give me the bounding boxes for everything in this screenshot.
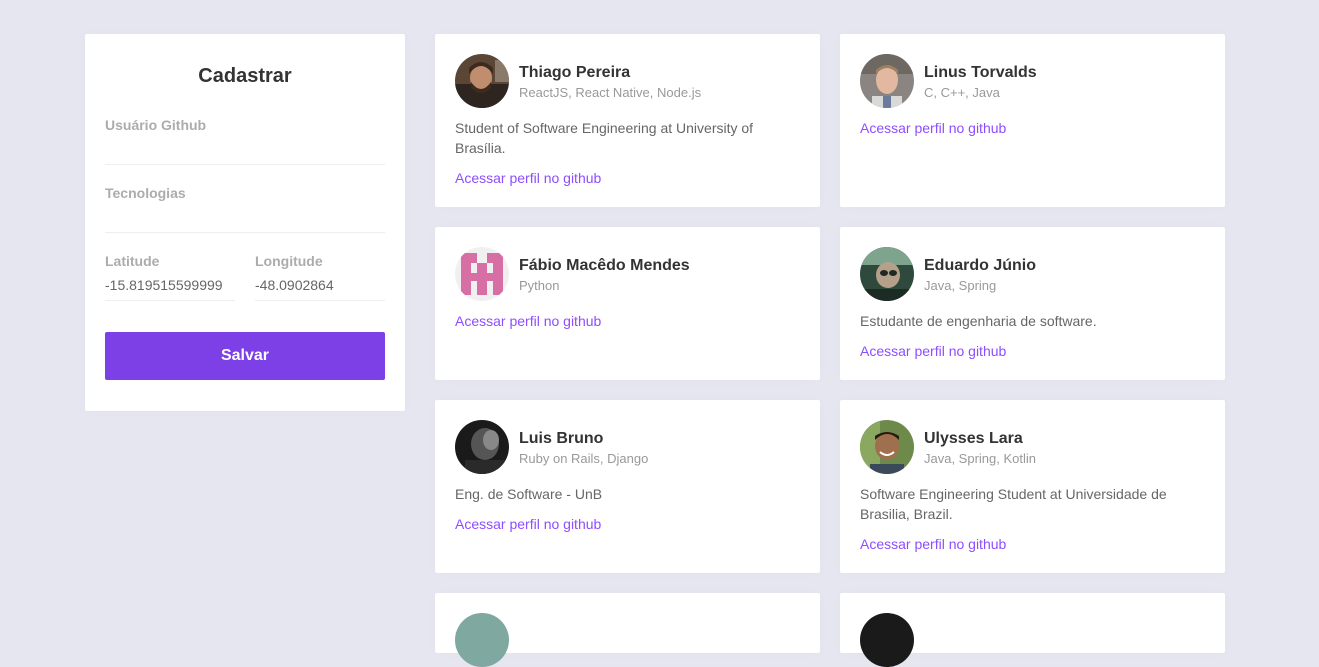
dev-card-header: Eduardo Júnio Java, Spring bbox=[860, 247, 1205, 301]
dev-card-header: Linus Torvalds C, C++, Java bbox=[860, 54, 1205, 108]
github-profile-link[interactable]: Acessar perfil no github bbox=[860, 118, 1006, 138]
github-profile-link[interactable]: Acessar perfil no github bbox=[455, 514, 601, 534]
dev-card-header: Thiago Pereira ReactJS, React Native, No… bbox=[455, 54, 800, 108]
dev-bio: Eng. de Software - UnB bbox=[455, 486, 603, 502]
dev-name: Eduardo Júnio bbox=[924, 256, 1036, 274]
dev-bio: Estudante de engenharia de software. bbox=[860, 313, 1097, 329]
github-profile-link[interactable]: Acessar perfil no github bbox=[860, 534, 1006, 554]
dev-techs: Python bbox=[519, 277, 560, 293]
dev-techs: Ruby on Rails, Django bbox=[519, 450, 649, 466]
user-info: Luis Bruno Ruby on Rails, Django bbox=[519, 429, 648, 466]
dev-card-header bbox=[860, 613, 1205, 667]
avatar bbox=[455, 247, 509, 301]
dev-bio: Student of Software Engineering at Unive… bbox=[455, 120, 754, 156]
form-title: Cadastrar bbox=[198, 65, 292, 87]
dev-card bbox=[840, 593, 1225, 667]
avatar bbox=[860, 613, 914, 667]
latitude-label: Latitude bbox=[105, 253, 160, 269]
dev-card: Ulysses Lara Java, Spring, Kotlin Softwa… bbox=[840, 400, 1225, 573]
avatar bbox=[455, 613, 509, 667]
dev-name: Thiago Pereira bbox=[519, 63, 631, 81]
techs-input[interactable] bbox=[105, 201, 385, 233]
latitude-block: Latitude bbox=[105, 253, 235, 301]
dev-techs: Java, Spring, Kotlin bbox=[924, 450, 1037, 466]
dev-card-header: Ulysses Lara Java, Spring, Kotlin bbox=[860, 420, 1205, 474]
dev-card: Linus Torvalds C, C++, Java Acessar perf… bbox=[840, 34, 1225, 207]
latitude-input[interactable] bbox=[105, 269, 235, 301]
github-profile-link[interactable]: Acessar perfil no github bbox=[455, 311, 601, 331]
github-profile-link[interactable]: Acessar perfil no github bbox=[860, 341, 1006, 361]
avatar bbox=[860, 54, 914, 108]
dev-card: Thiago Pereira ReactJS, React Native, No… bbox=[435, 34, 820, 207]
user-info: Eduardo Júnio Java, Spring bbox=[924, 256, 1036, 293]
dev-name: Ulysses Lara bbox=[924, 429, 1023, 447]
dev-techs: C, C++, Java bbox=[924, 84, 1000, 100]
dev-name: Luis Bruno bbox=[519, 429, 604, 447]
longitude-block: Longitude bbox=[255, 253, 385, 301]
user-info: Linus Torvalds C, C++, Java bbox=[924, 63, 1037, 100]
techs-label: Tecnologias bbox=[105, 185, 186, 201]
dev-bio: Software Engineering Student at Universi… bbox=[860, 486, 1167, 522]
user-info: Ulysses Lara Java, Spring, Kotlin bbox=[924, 429, 1036, 466]
avatar bbox=[860, 420, 914, 474]
user-info: Fábio Macêdo Mendes Python bbox=[519, 256, 690, 293]
dev-techs: ReactJS, React Native, Node.js bbox=[519, 84, 702, 100]
github-profile-link[interactable]: Acessar perfil no github bbox=[455, 168, 601, 188]
dev-card-header: Luis Bruno Ruby on Rails, Django bbox=[455, 420, 800, 474]
avatar bbox=[860, 247, 914, 301]
longitude-input[interactable] bbox=[255, 269, 385, 301]
techs-block: Tecnologias bbox=[105, 185, 385, 233]
longitude-label: Longitude bbox=[255, 253, 323, 269]
dev-name: Linus Torvalds bbox=[924, 63, 1037, 81]
dev-card-header: Fábio Macêdo Mendes Python bbox=[455, 247, 800, 301]
save-button[interactable]: Salvar bbox=[105, 332, 385, 380]
dev-name: Fábio Macêdo Mendes bbox=[519, 256, 690, 274]
avatar bbox=[455, 54, 509, 108]
avatar bbox=[455, 420, 509, 474]
dev-card: Fábio Macêdo Mendes Python Acessar perfi… bbox=[435, 227, 820, 380]
github-username-input[interactable] bbox=[105, 133, 385, 165]
github-username-label: Usuário Github bbox=[105, 117, 207, 133]
dev-card: Luis Bruno Ruby on Rails, Django Eng. de… bbox=[435, 400, 820, 573]
dev-card: Eduardo Júnio Java, Spring Estudante de … bbox=[840, 227, 1225, 380]
dev-card bbox=[435, 593, 820, 667]
dev-techs: Java, Spring bbox=[924, 277, 997, 293]
register-form-panel: Cadastrar Usuário Github Tecnologias Lat… bbox=[85, 34, 405, 411]
github-username-block: Usuário Github bbox=[105, 117, 385, 165]
user-info: Thiago Pereira ReactJS, React Native, No… bbox=[519, 63, 701, 100]
dev-card-header bbox=[455, 613, 800, 667]
